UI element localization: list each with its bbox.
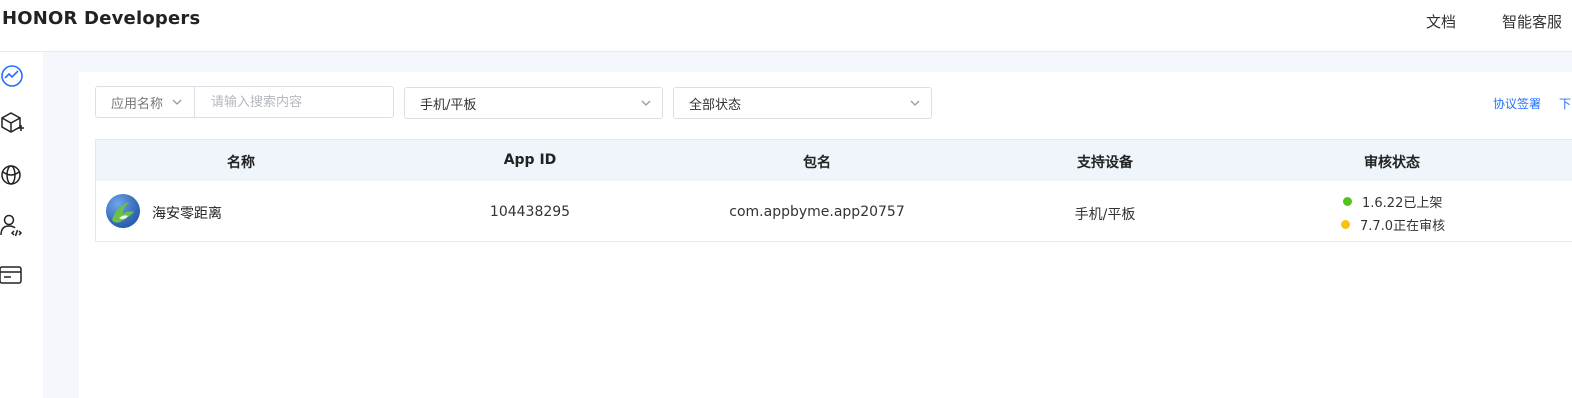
app-name[interactable]: 海安零距离 <box>152 203 222 223</box>
column-header-app-id: App ID <box>503 152 557 168</box>
column-header-package: 包名 <box>803 155 831 171</box>
app-icon <box>106 194 140 228</box>
device-select[interactable]: 手机/平板 <box>404 87 663 119</box>
devices-cell: 手机/平板 <box>1074 207 1136 223</box>
device-select-value: 手机/平板 <box>420 97 477 113</box>
status-select[interactable]: 全部状态 <box>673 87 932 119</box>
status-reviewing: 7.7.0正在审核 <box>1341 215 1445 234</box>
nav-support-link[interactable]: 智能客服 <box>1502 11 1562 32</box>
apps-table: 名称 App ID 包名 支持设备 审核状态 海安零距离 104438295 c… <box>95 139 1572 242</box>
nav-docs-link[interactable]: 文档 <box>1426 11 1456 32</box>
status-select-value: 全部状态 <box>689 97 742 113</box>
status-reviewing-text: 7.7.0正在审核 <box>1360 219 1446 234</box>
chevron-down-icon <box>641 100 651 106</box>
analytics-icon[interactable] <box>0 63 25 89</box>
brand-logo[interactable]: HONOR Developers <box>2 8 200 29</box>
column-header-name: 名称 <box>227 155 255 171</box>
status-published: 1.6.22已上架 <box>1343 192 1442 211</box>
chevron-down-icon <box>910 100 920 106</box>
cube-add-icon[interactable] <box>0 110 25 136</box>
column-header-review-status: 审核状态 <box>1364 155 1420 171</box>
green-status-dot <box>1343 197 1352 206</box>
developer-user-icon[interactable] <box>0 213 25 239</box>
status-published-text: 1.6.22已上架 <box>1362 196 1443 211</box>
chevron-down-icon <box>172 99 182 105</box>
yellow-status-dot <box>1341 220 1350 229</box>
search-input[interactable] <box>196 87 392 117</box>
agreement-link[interactable]: 协议签署 <box>1493 95 1541 112</box>
app-id-cell: 104438295 <box>489 204 571 220</box>
search-field-select[interactable]: 应用名称 <box>96 87 195 117</box>
top-bar: HONOR Developers 文档 智能客服 <box>0 0 1572 52</box>
card-icon[interactable] <box>0 262 25 288</box>
download-link[interactable]: 下 <box>1559 95 1571 112</box>
search-field-label: 应用名称 <box>111 96 164 112</box>
globe-icon[interactable] <box>0 162 25 188</box>
table-header: 名称 App ID 包名 支持设备 审核状态 <box>96 140 1572 181</box>
column-header-devices: 支持设备 <box>1077 155 1133 171</box>
search-combo: 应用名称 <box>95 86 394 118</box>
package-cell: com.appbyme.app20757 <box>729 204 905 220</box>
sidebar <box>0 52 43 398</box>
